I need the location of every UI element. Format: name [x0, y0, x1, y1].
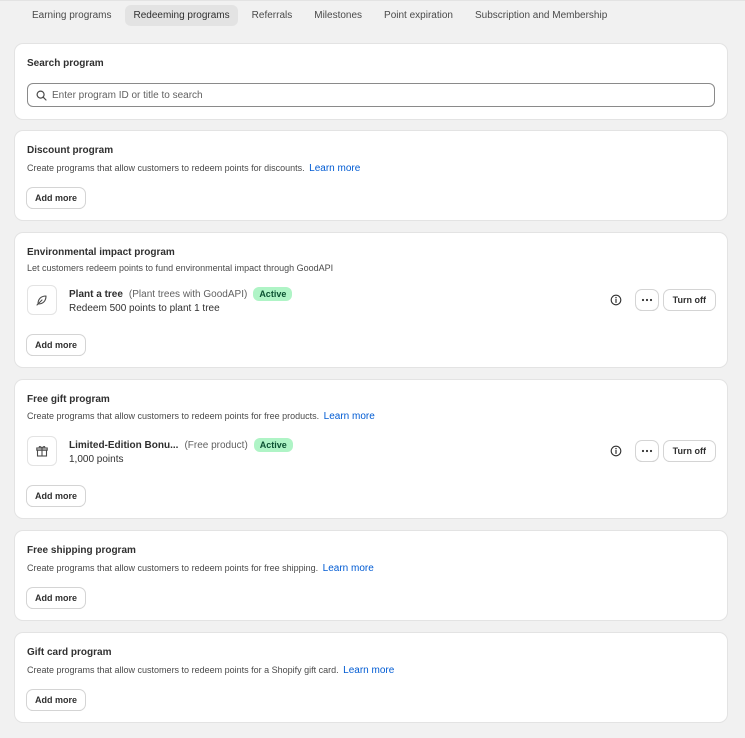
discount-description-text: Create programs that allow customers to … — [27, 163, 305, 173]
free-gift-program-card: Free gift program Create programs that a… — [15, 380, 727, 518]
free-shipping-description-text: Create programs that allow customers to … — [27, 563, 319, 573]
discount-program-description: Create programs that allow customers to … — [27, 163, 360, 174]
more-actions-button[interactable] — [636, 441, 658, 461]
free-gift-program-title: Free gift program — [27, 394, 110, 405]
free-gift-learn-more-link[interactable]: Learn more — [324, 411, 375, 422]
ellipsis-icon — [641, 298, 653, 302]
search-card-title: Search program — [27, 58, 104, 69]
tab-milestones[interactable]: Milestones — [306, 5, 370, 26]
search-field[interactable] — [27, 83, 715, 107]
discount-learn-more-link[interactable]: Learn more — [309, 163, 360, 174]
environmental-program-card: Environmental impact program Let custome… — [15, 233, 727, 367]
gift-card-program-description: Create programs that allow customers to … — [27, 665, 394, 676]
free-gift-item-title: Limited-Edition Bonu... — [69, 439, 179, 451]
status-badge: Active — [253, 287, 293, 301]
more-actions-button[interactable] — [636, 290, 658, 310]
environmental-item-header: Plant a tree (Plant trees with GoodAPI) … — [69, 287, 293, 301]
leaf-icon — [27, 285, 57, 315]
free-shipping-program-title: Free shipping program — [27, 545, 136, 556]
top-divider — [0, 0, 745, 1]
free-gift-description-text: Create programs that allow customers to … — [27, 411, 320, 421]
gift-card-program-card: Gift card program Create programs that a… — [15, 633, 727, 722]
turn-off-button[interactable]: Turn off — [663, 441, 715, 461]
free-gift-add-more-button[interactable]: Add more — [27, 486, 86, 506]
discount-add-more-button[interactable]: Add more — [27, 188, 86, 208]
info-icon[interactable] — [609, 444, 623, 458]
tab-subscription-membership[interactable]: Subscription and Membership — [467, 5, 615, 26]
ellipsis-icon — [641, 449, 653, 453]
tab-referrals[interactable]: Referrals — [244, 5, 301, 26]
free-gift-item-header: Limited-Edition Bonu... (Free product) A… — [69, 438, 293, 452]
tab-point-expiration[interactable]: Point expiration — [376, 5, 461, 26]
gift-card-add-more-button[interactable]: Add more — [27, 690, 86, 710]
discount-program-title: Discount program — [27, 145, 114, 156]
tab-earning-programs[interactable]: Earning programs — [24, 5, 119, 26]
environmental-item-title: Plant a tree — [69, 288, 123, 300]
status-badge: Active — [253, 438, 293, 452]
gift-card-description-text: Create programs that allow customers to … — [27, 665, 339, 675]
discount-program-card: Discount program Create programs that al… — [15, 131, 727, 220]
turn-off-button[interactable]: Turn off — [663, 290, 715, 310]
free-shipping-program-card: Free shipping program Create programs th… — [15, 531, 727, 620]
program-tabs: Earning programs Redeeming programs Refe… — [24, 5, 615, 26]
search-icon — [36, 89, 47, 101]
environmental-item-subtitle: (Plant trees with GoodAPI) — [128, 288, 248, 300]
free-shipping-program-description: Create programs that allow customers to … — [27, 563, 374, 574]
free-gift-program-description: Create programs that allow customers to … — [27, 411, 375, 422]
environmental-item-detail: Redeem 500 points to plant 1 tree — [69, 303, 220, 314]
environmental-program-row: Plant a tree (Plant trees with GoodAPI) … — [27, 285, 715, 317]
free-gift-program-row: Limited-Edition Bonu... (Free product) A… — [27, 436, 715, 468]
environmental-program-description: Let customers redeem points to fund envi… — [27, 263, 334, 273]
free-shipping-add-more-button[interactable]: Add more — [27, 588, 86, 608]
tab-redeeming-programs[interactable]: Redeeming programs — [125, 5, 238, 26]
free-shipping-learn-more-link[interactable]: Learn more — [323, 563, 374, 574]
free-gift-item-detail: 1,000 points — [69, 454, 124, 465]
search-input[interactable] — [52, 89, 714, 101]
gift-card-learn-more-link[interactable]: Learn more — [343, 665, 394, 676]
free-gift-item-subtitle: (Free product) — [184, 439, 248, 451]
search-card: Search program — [15, 44, 727, 119]
environmental-add-more-button[interactable]: Add more — [27, 335, 86, 355]
gift-icon — [27, 436, 57, 466]
info-icon[interactable] — [609, 293, 623, 307]
gift-card-program-title: Gift card program — [27, 647, 112, 658]
environmental-program-title: Environmental impact program — [27, 247, 175, 258]
